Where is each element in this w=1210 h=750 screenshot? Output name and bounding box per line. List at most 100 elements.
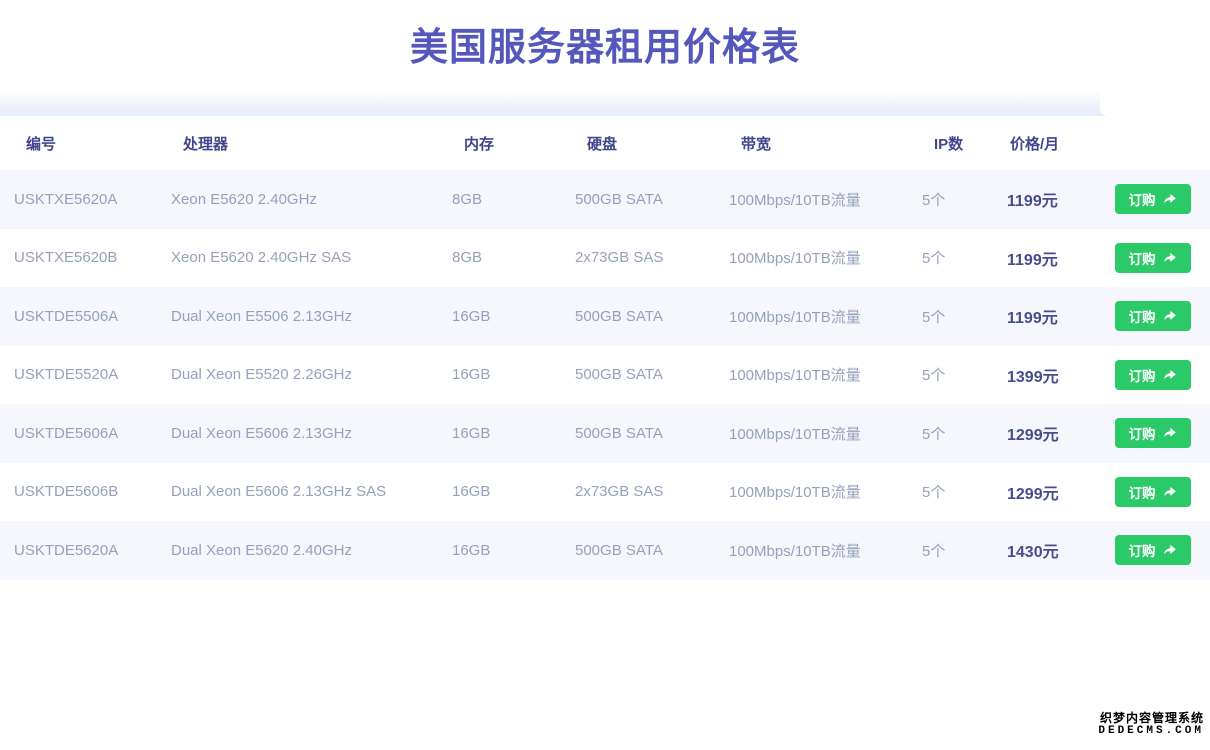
dedecms-watermark: 织梦内容管理系统 DEDECMS.COM bbox=[1098, 712, 1204, 738]
order-button[interactable]: 订购 bbox=[1115, 184, 1191, 214]
cell-price: 1199元 bbox=[985, 287, 1095, 346]
table-body: USKTXE5620A Xeon E5620 2.40GHz 8GB 500GB… bbox=[0, 170, 1210, 580]
col-header-id: 编号 bbox=[0, 116, 157, 170]
cell-ram: 16GB bbox=[438, 521, 561, 580]
table-row: USKTDE5606A Dual Xeon E5606 2.13GHz 16GB… bbox=[0, 404, 1210, 463]
table-header-row: 编号 处理器 内存 硬盘 带宽 IP数 价格/月 bbox=[0, 116, 1210, 170]
cell-disk: 500GB SATA bbox=[561, 170, 715, 229]
order-button-label: 订购 bbox=[1129, 248, 1156, 268]
cell-bandwidth: 100Mbps/10TB流量 bbox=[715, 521, 908, 580]
cell-disk: 2x73GB SAS bbox=[561, 229, 715, 288]
band-corner-notch bbox=[1100, 90, 1210, 116]
col-header-ips: IP数 bbox=[908, 116, 985, 170]
order-button-label: 订购 bbox=[1129, 423, 1156, 443]
cell-bandwidth: 100Mbps/10TB流量 bbox=[715, 170, 908, 229]
cell-order: 订购 bbox=[1095, 170, 1210, 229]
cell-bandwidth: 100Mbps/10TB流量 bbox=[715, 229, 908, 288]
cell-cpu: Dual Xeon E5506 2.13GHz bbox=[157, 287, 438, 346]
cell-order: 订购 bbox=[1095, 287, 1210, 346]
cell-order: 订购 bbox=[1095, 229, 1210, 288]
cell-price: 1199元 bbox=[985, 170, 1095, 229]
cell-bandwidth: 100Mbps/10TB流量 bbox=[715, 346, 908, 405]
watermark-line-cn: 织梦内容管理系统 bbox=[1098, 712, 1204, 725]
cell-ips: 5个 bbox=[908, 521, 985, 580]
share-arrow-icon bbox=[1163, 485, 1177, 499]
share-arrow-icon bbox=[1163, 192, 1177, 206]
order-button[interactable]: 订购 bbox=[1115, 418, 1191, 448]
cell-order: 订购 bbox=[1095, 346, 1210, 405]
order-button-label: 订购 bbox=[1129, 482, 1156, 502]
cell-ram: 8GB bbox=[438, 229, 561, 288]
cell-bandwidth: 100Mbps/10TB流量 bbox=[715, 287, 908, 346]
table-row: USKTDE5506A Dual Xeon E5506 2.13GHz 16GB… bbox=[0, 287, 1210, 346]
cell-bandwidth: 100Mbps/10TB流量 bbox=[715, 463, 908, 522]
cell-id: USKTDE5520A bbox=[0, 346, 157, 405]
watermark-line-en: DEDECMS.COM bbox=[1098, 725, 1204, 738]
share-arrow-icon bbox=[1163, 251, 1177, 265]
table-row: USKTDE5520A Dual Xeon E5520 2.26GHz 16GB… bbox=[0, 346, 1210, 405]
order-button-label: 订购 bbox=[1129, 189, 1156, 209]
cell-cpu: Xeon E5620 2.40GHz bbox=[157, 170, 438, 229]
col-header-price: 价格/月 bbox=[985, 116, 1095, 170]
cell-id: USKTXE5620B bbox=[0, 229, 157, 288]
order-button[interactable]: 订购 bbox=[1115, 477, 1191, 507]
cell-id: USKTDE5620A bbox=[0, 521, 157, 580]
cell-price: 1299元 bbox=[985, 463, 1095, 522]
cell-ram: 16GB bbox=[438, 463, 561, 522]
order-button[interactable]: 订购 bbox=[1115, 360, 1191, 390]
table-row: USKTXE5620B Xeon E5620 2.40GHz SAS 8GB 2… bbox=[0, 229, 1210, 288]
order-button[interactable]: 订购 bbox=[1115, 243, 1191, 273]
page-title: 美国服务器租用价格表 bbox=[0, 16, 1210, 71]
cell-ram: 16GB bbox=[438, 404, 561, 463]
pricing-page: 美国服务器租用价格表 编号 处理器 内存 硬盘 带宽 IP数 价格/月 USKT… bbox=[0, 0, 1210, 750]
cell-id: USKTXE5620A bbox=[0, 170, 157, 229]
cell-id: USKTDE5606A bbox=[0, 404, 157, 463]
cell-order: 订购 bbox=[1095, 404, 1210, 463]
cell-ips: 5个 bbox=[908, 346, 985, 405]
cell-disk: 500GB SATA bbox=[561, 346, 715, 405]
cell-cpu: Dual Xeon E5620 2.40GHz bbox=[157, 521, 438, 580]
order-button-label: 订购 bbox=[1129, 365, 1156, 385]
cell-disk: 500GB SATA bbox=[561, 287, 715, 346]
cell-cpu: Dual Xeon E5606 2.13GHz bbox=[157, 404, 438, 463]
share-arrow-icon bbox=[1163, 368, 1177, 382]
col-header-ram: 内存 bbox=[438, 116, 561, 170]
table-row: USKTDE5606B Dual Xeon E5606 2.13GHz SAS … bbox=[0, 463, 1210, 522]
order-button-label: 订购 bbox=[1129, 306, 1156, 326]
cell-cpu: Xeon E5620 2.40GHz SAS bbox=[157, 229, 438, 288]
share-arrow-icon bbox=[1163, 543, 1177, 557]
cell-disk: 500GB SATA bbox=[561, 521, 715, 580]
cell-ips: 5个 bbox=[908, 404, 985, 463]
header-gradient-band bbox=[0, 90, 1210, 116]
cell-ram: 16GB bbox=[438, 346, 561, 405]
cell-ram: 16GB bbox=[438, 287, 561, 346]
cell-order: 订购 bbox=[1095, 521, 1210, 580]
cell-cpu: Dual Xeon E5520 2.26GHz bbox=[157, 346, 438, 405]
order-button-label: 订购 bbox=[1129, 540, 1156, 560]
table-row: USKTXE5620A Xeon E5620 2.40GHz 8GB 500GB… bbox=[0, 170, 1210, 229]
pricing-table: 编号 处理器 内存 硬盘 带宽 IP数 价格/月 USKTXE5620A Xeo… bbox=[0, 116, 1210, 580]
order-button[interactable]: 订购 bbox=[1115, 301, 1191, 331]
col-header-cpu: 处理器 bbox=[157, 116, 438, 170]
cell-ips: 5个 bbox=[908, 463, 985, 522]
cell-ips: 5个 bbox=[908, 170, 985, 229]
cell-bandwidth: 100Mbps/10TB流量 bbox=[715, 404, 908, 463]
cell-disk: 2x73GB SAS bbox=[561, 463, 715, 522]
cell-disk: 500GB SATA bbox=[561, 404, 715, 463]
cell-price: 1399元 bbox=[985, 346, 1095, 405]
cell-price: 1430元 bbox=[985, 521, 1095, 580]
cell-ips: 5个 bbox=[908, 229, 985, 288]
cell-ram: 8GB bbox=[438, 170, 561, 229]
table-header: 编号 处理器 内存 硬盘 带宽 IP数 价格/月 bbox=[0, 116, 1210, 170]
share-arrow-icon bbox=[1163, 426, 1177, 440]
title-section: 美国服务器租用价格表 bbox=[0, 0, 1210, 90]
cell-id: USKTDE5606B bbox=[0, 463, 157, 522]
col-header-disk: 硬盘 bbox=[561, 116, 715, 170]
order-button[interactable]: 订购 bbox=[1115, 535, 1191, 565]
cell-ips: 5个 bbox=[908, 287, 985, 346]
col-header-bandwidth: 带宽 bbox=[715, 116, 908, 170]
table-row: USKTDE5620A Dual Xeon E5620 2.40GHz 16GB… bbox=[0, 521, 1210, 580]
cell-price: 1199元 bbox=[985, 229, 1095, 288]
share-arrow-icon bbox=[1163, 309, 1177, 323]
col-header-order bbox=[1095, 116, 1210, 170]
